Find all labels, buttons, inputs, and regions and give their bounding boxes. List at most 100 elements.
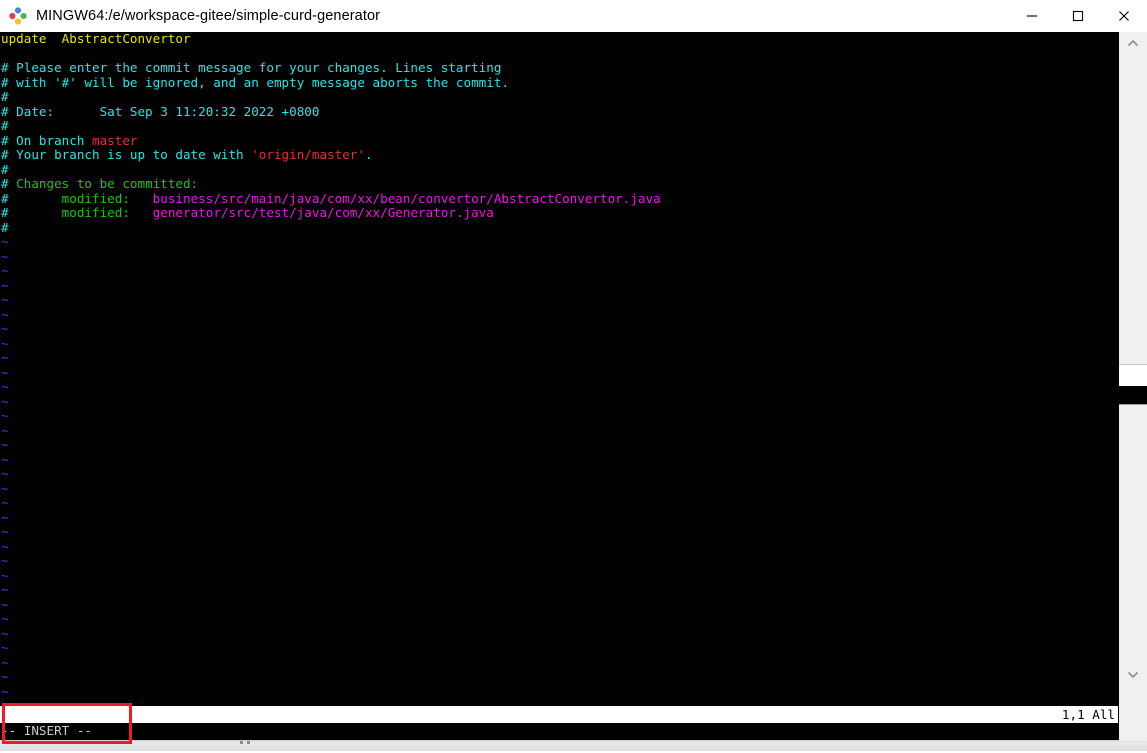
terminal-line: update AbstractConvertor (0, 32, 1119, 47)
terminal-empty-line-marker: ~ (0, 640, 1119, 656)
tilde-icon: ~ (1, 292, 9, 307)
terminal-empty-line-marker: ~ (0, 683, 1119, 700)
terminal-text-segment: Changes to be committed: (16, 176, 199, 191)
terminal-empty-line-marker: ~ (0, 364, 1119, 381)
terminal-empty-line-marker: ~ (0, 306, 1119, 323)
tilde-icon: ~ (1, 451, 9, 467)
tilde-icon: ~ (1, 466, 9, 481)
terminal-text-segment: # (1, 176, 17, 191)
terminal-empty-line-marker: ~ (0, 234, 1119, 250)
terminal-line: # (0, 161, 1119, 178)
terminal-text-segment: # (1, 89, 9, 104)
screen: MINGW64:/e/workspace-gitee/simple-curd-g… (0, 0, 1147, 751)
terminal-line: # (0, 89, 1119, 105)
terminal-empty-line-marker: ~ (0, 480, 1119, 497)
tilde-icon: ~ (1, 625, 9, 641)
tilde-icon: ~ (1, 582, 9, 597)
terminal-empty-line-marker: ~ (0, 611, 1119, 627)
chevron-up-icon[interactable] (1119, 32, 1147, 54)
tilde-icon: ~ (1, 538, 9, 554)
tilde-icon: ~ (1, 234, 9, 249)
terminal-line: # Changes to be committed: (0, 176, 1119, 192)
terminal-empty-line-marker: ~ (0, 553, 1119, 569)
close-button[interactable] (1101, 0, 1147, 32)
minimize-button[interactable] (1009, 0, 1055, 32)
statusline-cursor-position: 1,1 All (1061, 707, 1115, 722)
terminal-text-segment: modified: (16, 190, 153, 206)
terminal-empty-line-marker: ~ (0, 654, 1119, 671)
tilde-icon: ~ (1, 654, 9, 670)
terminal-line: # Your branch is up to date with 'origin… (0, 147, 1119, 163)
tilde-icon: ~ (1, 495, 9, 510)
tilde-icon: ~ (1, 567, 9, 583)
terminal-text-segment: # (1, 219, 9, 235)
terminal-empty-line-marker: ~ (0, 538, 1119, 555)
terminal-empty-line-marker: ~ (0, 408, 1119, 424)
tilde-icon: ~ (1, 408, 9, 423)
terminal-text-segment: # with '#' will be ignored, and an empty… (1, 74, 509, 90)
mintty-terminal-window[interactable]: MINGW64:/e/workspace-gitee/simple-curd-g… (0, 0, 1147, 741)
msys2-icon (9, 7, 27, 25)
tilde-icon: ~ (1, 640, 9, 655)
tilde-icon: ~ (1, 335, 9, 351)
terminal-text-segment: . (364, 147, 373, 162)
tilde-icon: ~ (1, 669, 9, 684)
terminal-text-segment: # (1, 190, 17, 206)
terminal-empty-line-marker: ~ (0, 596, 1119, 613)
tilde-icon: ~ (1, 611, 9, 626)
terminal-text-segment: # (1, 205, 17, 220)
terminal-empty-line-marker: ~ (0, 422, 1119, 439)
terminal-text-segment: master (92, 132, 138, 148)
commit-message-buffer[interactable]: update AbstractConvertor # Please enter t… (0, 32, 1119, 699)
terminal-empty-line-marker: ~ (0, 582, 1119, 598)
tilde-icon: ~ (1, 524, 9, 539)
tilde-icon: ~ (1, 277, 9, 293)
tilde-icon: ~ (1, 437, 9, 452)
terminal-text-segment: # (1, 161, 9, 177)
scrollbar-thumb[interactable] (1119, 54, 1147, 394)
terminal-empty-line-marker: ~ (0, 393, 1119, 410)
terminal-text-segment: generator/src/test/java/com/xx/Generator… (152, 205, 494, 220)
tilde-icon: ~ (1, 509, 9, 525)
tilde-icon: ~ (1, 683, 9, 699)
window-title: MINGW64:/e/workspace-gitee/simple-curd-g… (36, 8, 381, 24)
terminal-empty-line-marker: ~ (0, 249, 1119, 265)
terminal-text-segment: # Your branch is up to date with (1, 147, 252, 162)
maximize-button[interactable] (1055, 0, 1101, 32)
scrollbar-lower-track[interactable] (1119, 404, 1147, 741)
terminal-scrollbar[interactable] (1118, 32, 1147, 741)
terminal-empty-line-marker: ~ (0, 495, 1119, 511)
tilde-icon: ~ (1, 306, 9, 322)
vim-editor[interactable]: update AbstractConvertor # Please enter t… (0, 32, 1119, 740)
scrollbar-marker (1119, 364, 1147, 387)
terminal-line: # On branch master (0, 132, 1119, 149)
terminal-empty-line-marker: ~ (0, 335, 1119, 352)
terminal-empty-line-marker: ~ (0, 321, 1119, 337)
terminal-line: # Date: Sat Sep 3 11:20:32 2022 +0800 (0, 104, 1119, 120)
terminal-line: # (0, 118, 1119, 134)
terminal-text-segment: modified: (16, 205, 153, 220)
tilde-icon: ~ (1, 553, 9, 568)
tilde-icon: ~ (1, 596, 9, 612)
chevron-down-icon[interactable] (1119, 663, 1147, 685)
terminal-empty-line-marker: ~ (0, 509, 1119, 526)
tilde-icon: ~ (1, 480, 9, 496)
tilde-icon: ~ (1, 263, 9, 278)
tilde-icon: ~ (1, 364, 9, 380)
terminal-text-segment: 'origin/master' (251, 147, 365, 162)
window-titlebar[interactable]: MINGW64:/e/workspace-gitee/simple-curd-g… (0, 0, 1147, 33)
tilde-icon: ~ (1, 393, 9, 409)
terminal-text-segment: # (1, 118, 9, 133)
terminal-line: # with '#' will be ignored, and an empty… (0, 74, 1119, 91)
terminal-empty-line-marker: ~ (0, 524, 1119, 540)
terminal-empty-line-marker: ~ (0, 277, 1119, 294)
tilde-icon: ~ (1, 321, 9, 336)
scrollbar-gap (1119, 386, 1147, 404)
terminal-empty-line-marker: ~ (0, 379, 1119, 395)
terminal-empty-line-marker: ~ (0, 625, 1119, 642)
tilde-icon: ~ (1, 422, 9, 438)
vim-modeline: -- INSERT -- (0, 723, 1119, 739)
tilde-icon: ~ (1, 350, 9, 365)
terminal-empty-line-marker: ~ (0, 263, 1119, 279)
